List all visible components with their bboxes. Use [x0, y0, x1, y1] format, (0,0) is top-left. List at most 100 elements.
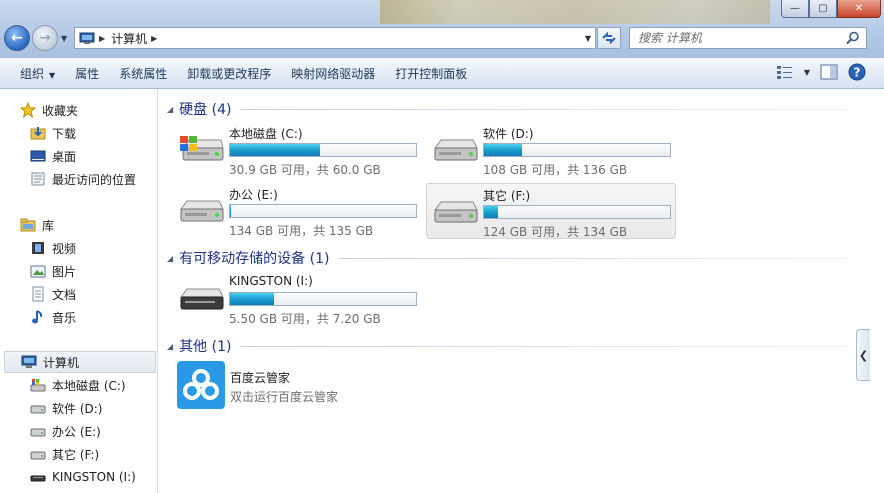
search-box[interactable]: [629, 27, 867, 49]
expand-pane-button[interactable]: ❮: [856, 329, 870, 381]
sidebar-item-label: 其它 (F:): [52, 447, 100, 462]
sidebar-item-label: 文档: [52, 287, 77, 302]
group-divider: [241, 108, 847, 110]
preview-pane-icon[interactable]: [820, 64, 838, 80]
sidebar-item-pictures[interactable]: 图片: [30, 260, 157, 282]
drive-name: 本地磁盘 (C:): [229, 127, 303, 141]
sidebar-item-drive-d[interactable]: 软件 (D:): [30, 397, 157, 419]
drive-space-info: 134 GB 可用，共 135 GB: [229, 224, 374, 238]
sidebar-item-label: 桌面: [52, 149, 77, 164]
sidebar-item-music[interactable]: 音乐: [30, 306, 157, 328]
app-tile-baidu-cloud[interactable]: 百度云管家 双击运行百度云管家: [177, 361, 477, 411]
sidebar-item-drive-f[interactable]: 其它 (F:): [30, 443, 157, 465]
drive-name: 其它 (F:): [483, 189, 531, 203]
app-description: 双击运行百度云管家: [230, 390, 339, 404]
refresh-icon: [602, 31, 616, 45]
sidebar-item-label: 软件 (D:): [52, 401, 103, 416]
drive-tile-e[interactable]: 办公 (E:) 134 GB 可用，共 135 GB: [173, 183, 423, 239]
sidebar-item-drive-i[interactable]: KINGSTON (I:): [30, 466, 157, 488]
group-title: 硬盘 (4): [179, 102, 232, 118]
sidebar-item-favorites[interactable]: 收藏夹: [20, 99, 157, 121]
sidebar-item-label: 计算机: [43, 355, 80, 370]
uninstall-program-button[interactable]: 卸载或更改程序: [177, 65, 281, 82]
maximize-button[interactable]: ▢: [809, 0, 837, 18]
chevron-down-icon: ◢: [167, 253, 174, 263]
refresh-button[interactable]: [597, 27, 621, 49]
library-icon: [20, 217, 36, 233]
video-icon: [30, 240, 46, 256]
drive-space-info: 108 GB 可用，共 136 GB: [483, 163, 628, 177]
downloads-folder-icon: [30, 125, 46, 141]
properties-button[interactable]: 属性: [65, 65, 109, 82]
system-drive-icon: [180, 136, 224, 161]
recent-pages-dropdown[interactable]: ▼: [61, 34, 67, 43]
desktop-icon: [30, 148, 46, 164]
sidebar-item-downloads[interactable]: 下载: [30, 122, 157, 144]
navigation-pane: 收藏夹 下载 桌面 最近访问的位置 库 视频 图片 文档 音乐 计算机 本地磁盘…: [0, 89, 158, 493]
hard-drive-icon: [434, 139, 478, 161]
view-options-icon[interactable]: [776, 64, 794, 80]
sidebar-item-label: 库: [42, 218, 55, 233]
computer-icon: [79, 32, 95, 44]
drive-name: 办公 (E:): [229, 188, 278, 202]
forward-button[interactable]: →: [32, 25, 58, 51]
map-network-drive-button[interactable]: 映射网络驱动器: [281, 65, 385, 82]
computer-icon: [21, 354, 37, 370]
drive-tile-f[interactable]: 其它 (F:) 124 GB 可用，共 134 GB: [426, 183, 676, 239]
breadcrumb-separator[interactable]: ▶: [151, 34, 157, 43]
sidebar-item-desktop[interactable]: 桌面: [30, 145, 157, 167]
window-chrome: — ▢ ✕ ← → ▼ ▶ 计算机 ▶ ▼: [0, 0, 884, 58]
address-history-dropdown[interactable]: ▼: [585, 34, 591, 43]
drive-usage-fill: [230, 205, 232, 217]
drive-tile-i[interactable]: KINGSTON (I:) 5.50 GB 可用，共 7.20 GB: [173, 271, 423, 327]
sidebar-item-label: 下载: [52, 126, 77, 141]
drive-usage-fill: [230, 144, 321, 156]
sidebar-item-label: 本地磁盘 (C:): [52, 378, 126, 393]
drive-usage-bar: [229, 292, 417, 306]
drive-tile-d[interactable]: 软件 (D:) 108 GB 可用，共 136 GB: [427, 122, 677, 178]
sidebar-item-libraries[interactable]: 库: [20, 214, 157, 236]
chevron-down-icon: ▼: [49, 70, 56, 80]
sidebar-item-documents[interactable]: 文档: [30, 283, 157, 305]
window-controls: — ▢ ✕: [781, 0, 881, 18]
sidebar-item-label: 收藏夹: [42, 103, 79, 118]
sidebar-item-videos[interactable]: 视频: [30, 237, 157, 259]
help-icon[interactable]: ?: [848, 63, 866, 81]
background-window-strip: [380, 0, 770, 24]
drive-space-info: 124 GB 可用，共 134 GB: [483, 225, 628, 239]
hard-drive-icon: [30, 423, 46, 439]
system-properties-button[interactable]: 系统属性: [109, 65, 177, 82]
group-header-removable[interactable]: ◢ 有可移动存储的设备 (1): [167, 248, 847, 268]
group-header-other[interactable]: ◢ 其他 (1): [167, 336, 847, 356]
sidebar-item-drive-c[interactable]: 本地磁盘 (C:): [30, 374, 157, 396]
close-button[interactable]: ✕: [837, 0, 881, 18]
command-bar: 组织 ▼ 属性 系统属性 卸载或更改程序 映射网络驱动器 打开控制面板 ▼ ?: [0, 58, 884, 89]
view-dropdown-icon[interactable]: ▼: [804, 68, 810, 77]
address-bar[interactable]: ▶ 计算机 ▶ ▼: [74, 27, 596, 49]
minimize-button[interactable]: —: [781, 0, 809, 18]
group-divider: [241, 345, 847, 347]
group-title: 其他 (1): [179, 339, 232, 355]
organize-menu[interactable]: 组织 ▼: [10, 65, 65, 82]
view-controls: ▼ ?: [776, 63, 866, 81]
sidebar-item-recent-places[interactable]: 最近访问的位置: [30, 168, 157, 190]
app-name: 百度云管家: [230, 371, 291, 385]
search-input[interactable]: [638, 31, 838, 45]
drive-usage-bar: [229, 143, 417, 157]
sidebar-item-drive-e[interactable]: 办公 (E:): [30, 420, 157, 442]
system-drive-icon: [30, 377, 46, 393]
sidebar-item-computer[interactable]: 计算机: [4, 351, 156, 373]
drive-tile-c[interactable]: 本地磁盘 (C:) 30.9 GB 可用，共 60.0 GB: [173, 122, 423, 178]
drive-name: 软件 (D:): [483, 127, 534, 141]
open-control-panel-button[interactable]: 打开控制面板: [385, 65, 477, 82]
breadcrumb-computer[interactable]: 计算机: [111, 30, 147, 47]
back-button[interactable]: ←: [4, 25, 30, 51]
organize-label: 组织: [20, 66, 45, 81]
group-header-hard-disks[interactable]: ◢ 硬盘 (4): [167, 99, 847, 119]
chevron-left-icon: ❮: [858, 348, 869, 362]
hard-drive-icon: [30, 446, 46, 462]
drive-space-info: 30.9 GB 可用，共 60.0 GB: [229, 163, 381, 177]
breadcrumb-separator[interactable]: ▶: [99, 34, 105, 43]
group-title: 有可移动存储的设备 (1): [179, 251, 330, 267]
usb-drive-icon: [180, 288, 224, 310]
